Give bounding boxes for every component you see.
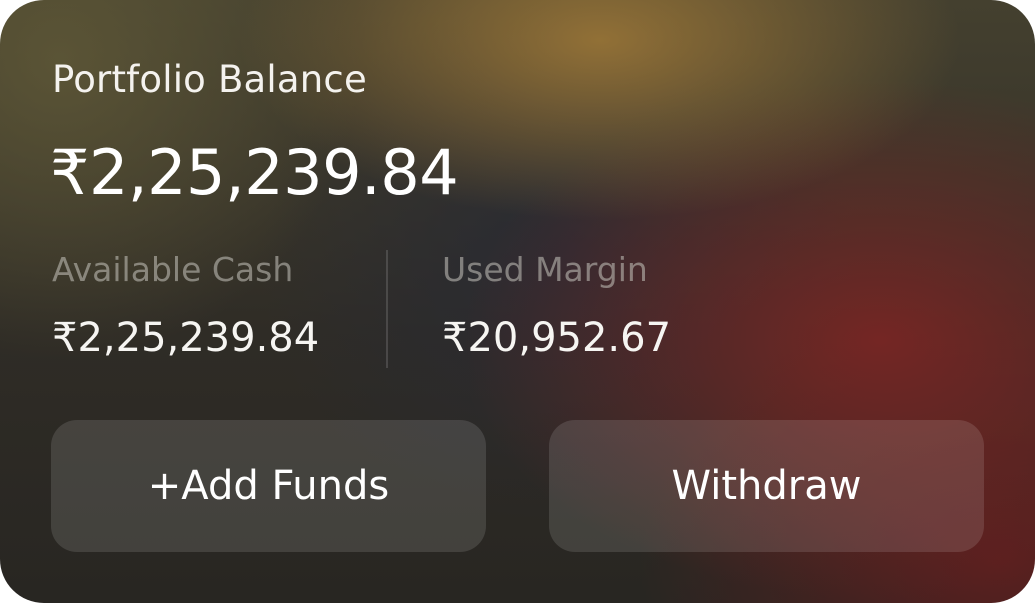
used-margin-value: ₹20,952.67 bbox=[442, 315, 672, 361]
used-margin-label: Used Margin bbox=[442, 250, 648, 289]
stats-divider bbox=[386, 250, 388, 368]
withdraw-button[interactable]: Withdraw bbox=[549, 420, 984, 552]
available-cash-label: Available Cash bbox=[52, 250, 294, 289]
withdraw-label: Withdraw bbox=[671, 463, 862, 509]
portfolio-balance-card: Portfolio Balance ₹2,25,239.84 Available… bbox=[0, 0, 1035, 603]
add-funds-label: +Add Funds bbox=[147, 463, 390, 509]
available-cash-value: ₹2,25,239.84 bbox=[52, 315, 320, 361]
portfolio-balance-value: ₹2,25,239.84 bbox=[50, 136, 459, 209]
add-funds-button[interactable]: +Add Funds bbox=[51, 420, 486, 552]
card-title: Portfolio Balance bbox=[52, 58, 367, 101]
